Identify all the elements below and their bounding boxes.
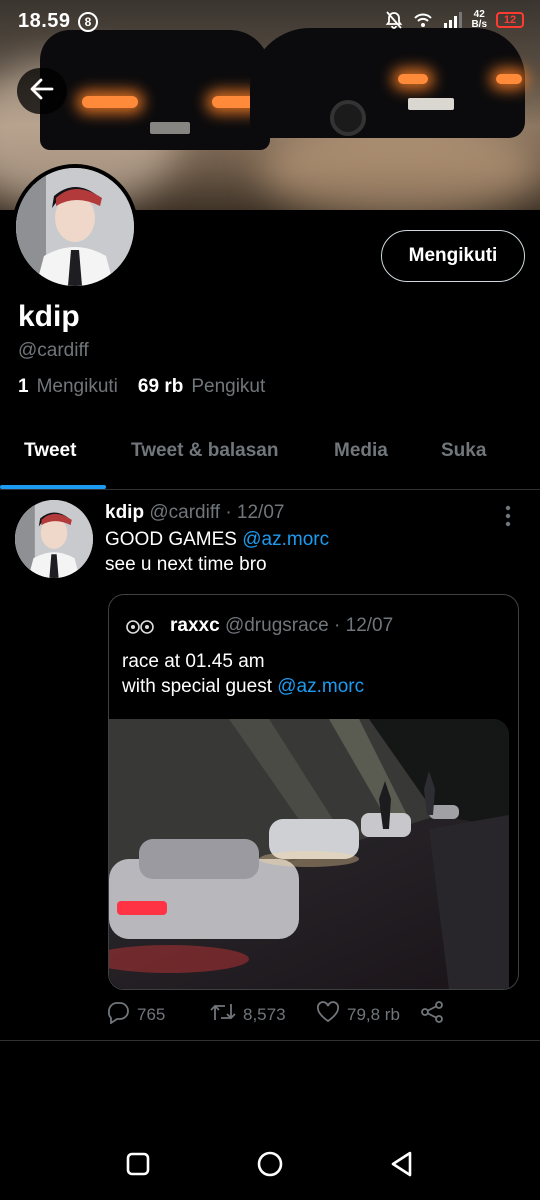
quoted-author-name[interactable]: raxxc (170, 615, 220, 636)
recent-apps-button[interactable] (118, 1146, 158, 1186)
back-nav-button[interactable] (382, 1146, 422, 1186)
signal-icon (442, 10, 463, 30)
square-icon (125, 1151, 151, 1182)
triangle-back-icon (389, 1150, 415, 1183)
following-button[interactable]: Mengikuti (381, 230, 525, 282)
system-navigation-bar (0, 1126, 540, 1200)
followers-stat[interactable]: 69 rb Pengikut (138, 376, 265, 398)
status-bar: 18.59 8 42 B/s 12 (0, 0, 540, 46)
reply-action[interactable]: 765 (105, 1000, 165, 1029)
tab-tweet[interactable]: Tweet (24, 440, 76, 462)
tab-media[interactable]: Media (334, 440, 388, 462)
tab-tweet-replies[interactable]: Tweet & balasan (131, 440, 278, 462)
quoted-author-handle[interactable]: @drugsrace (225, 615, 329, 636)
arrow-left-icon (29, 76, 55, 107)
quoted-photo[interactable] (109, 719, 509, 989)
profile-name: kdip (18, 300, 80, 333)
heart-icon (315, 1000, 341, 1029)
tweet-date[interactable]: · 12/07 (225, 502, 284, 523)
divider (0, 1040, 540, 1041)
quoted-text-line-1: race at 01.45 am (122, 651, 265, 672)
share-action[interactable] (419, 1000, 445, 1029)
quoted-header: raxxc @drugsrace · 12/07 (170, 615, 393, 637)
quoted-text-line-2: with special guest @az.morc (122, 676, 365, 697)
home-button[interactable] (250, 1146, 290, 1186)
network-speed: 42 B/s (471, 9, 487, 30)
tweet-avatar[interactable] (15, 500, 93, 578)
wifi-icon (413, 10, 433, 30)
tab-likes[interactable]: Suka (441, 440, 486, 462)
like-action[interactable]: 79,8 rb (315, 1000, 400, 1029)
circle-icon (256, 1150, 284, 1183)
sim-icon: 8 (78, 12, 98, 32)
active-tab-indicator (0, 485, 106, 489)
tweet-actions: 765 8,573 79,8 rb (105, 1000, 505, 1032)
reply-count: 765 (137, 1004, 166, 1024)
retweet-count: 8,573 (243, 1004, 286, 1024)
back-button[interactable] (17, 68, 67, 114)
mute-bell-icon (384, 10, 404, 30)
battery-icon: 12 (496, 12, 524, 28)
profile-tabs: Tweet Tweet & balasan Media Suka (0, 424, 540, 490)
tweet-header: kdip @cardiff · 12/07 (105, 502, 284, 524)
profile-avatar[interactable] (12, 164, 138, 290)
tweet-text-line-1: GOOD GAMES @az.morc (105, 529, 330, 550)
mention-link[interactable]: @az.morc (242, 529, 329, 550)
profile-handle: @cardiff (18, 340, 89, 361)
mention-link[interactable]: @az.morc (277, 676, 364, 697)
reply-icon (105, 1000, 131, 1029)
quoted-date[interactable]: · 12/07 (334, 615, 393, 636)
tweet-author-name[interactable]: kdip (105, 502, 144, 523)
profile-stats: 1 Mengikuti 69 rb Pengikut (18, 376, 285, 398)
following-stat[interactable]: 1 Mengikuti (18, 376, 118, 398)
quoted-tweet[interactable]: raxxc @drugsrace · 12/07 race at 01.45 a… (108, 594, 519, 990)
share-icon (419, 1000, 445, 1029)
retweet-icon (209, 1000, 237, 1029)
status-time: 18.59 (18, 10, 71, 32)
retweet-action[interactable]: 8,573 (209, 1000, 286, 1029)
tweet-author-handle[interactable]: @cardiff (149, 502, 220, 523)
more-options-icon[interactable] (496, 504, 520, 528)
quoted-avatar[interactable] (121, 613, 159, 641)
like-count: 79,8 rb (347, 1004, 400, 1024)
tweet-text-line-2: see u next time bro (105, 554, 267, 575)
